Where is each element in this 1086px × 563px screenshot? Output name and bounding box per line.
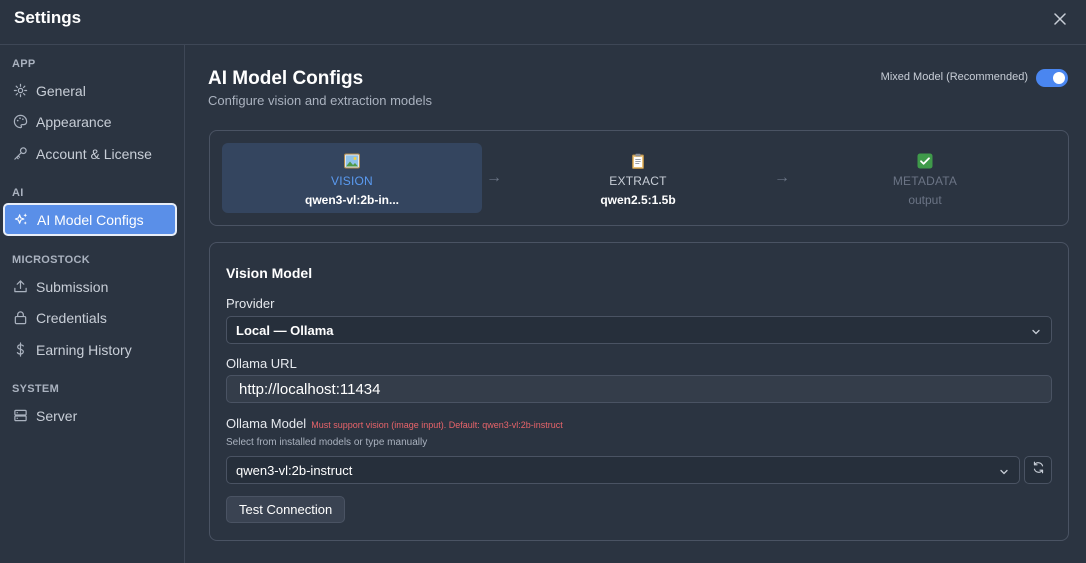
main-content: AI Model Configs Configure vision and ex… [186, 45, 1086, 563]
ollama-model-select[interactable]: qwen3-vl:2b-instruct [226, 456, 1020, 484]
provider-label: Provider [226, 296, 275, 311]
window-title: Settings [14, 8, 82, 27]
sidebar-item-label: Submission [36, 278, 109, 295]
sidebar-item-general[interactable]: General [3, 76, 177, 105]
clipboard-icon [630, 153, 646, 169]
step-model: qwen3-vl:2b-in... [304, 193, 399, 207]
mixed-model-label: Mixed Model (Recommended) [880, 71, 1028, 83]
ollama-model-label-row: Ollama Model Must support vision (image i… [226, 416, 563, 431]
pipeline-step-vision[interactable]: VISION qwen3-vl:2b-in... [222, 143, 482, 213]
sidebar-item-credentials[interactable]: Credentials [3, 303, 177, 332]
chevron-down-icon [1031, 325, 1041, 340]
gear-icon [12, 83, 28, 99]
ollama-model-label: Ollama Model [226, 416, 307, 431]
sidebar-item-label: General [36, 82, 86, 99]
test-connection-button[interactable]: Test Connection [226, 496, 346, 523]
sidebar-item-label: Earning History [36, 341, 132, 358]
image-icon [344, 153, 360, 169]
pipeline-step-extract[interactable]: EXTRACT qwen2.5:1.5b [508, 143, 768, 213]
upload-icon [12, 279, 28, 295]
sidebar-item-label: Appearance [36, 113, 112, 130]
sidebar-item-account-license[interactable]: Account & License [3, 139, 177, 168]
sidebar-section-microstock: MICROSTOCK [12, 254, 90, 266]
title-bar: Settings [0, 0, 1086, 45]
refresh-models-button[interactable] [1024, 456, 1052, 484]
key-icon [12, 146, 28, 162]
step-model: output [908, 193, 942, 207]
close-icon[interactable] [1050, 9, 1070, 29]
step-label: METADATA [892, 174, 958, 188]
provider-select[interactable]: Local — Ollama [226, 316, 1052, 344]
sparkles-icon [13, 212, 29, 228]
toggle-knob [1053, 72, 1065, 84]
sidebar: APP General Appearance Account & License… [0, 45, 185, 563]
sidebar-section-ai: AI [12, 187, 24, 199]
pipeline-step-metadata[interactable]: METADATA output [795, 143, 1055, 213]
model-value: qwen3-vl:2b-instruct [236, 462, 353, 478]
lock-icon [12, 310, 28, 326]
pipeline-card: VISION qwen3-vl:2b-in... → EXTRACT qwen2… [209, 130, 1069, 226]
provider-value: Local — Ollama [236, 322, 334, 338]
sidebar-section-system: SYSTEM [12, 383, 60, 395]
step-model: qwen2.5:1.5b [600, 193, 676, 207]
arrow-icon: → [774, 169, 790, 186]
model-hint: Select from installed models or type man… [226, 437, 428, 448]
sidebar-item-appearance[interactable]: Appearance [3, 107, 177, 136]
vision-model-card: Vision Model Provider Local — Ollama Oll… [209, 242, 1069, 541]
ollama-url-label: Ollama URL [226, 356, 297, 371]
sidebar-item-label: Server [36, 407, 78, 424]
arrow-icon: → [486, 169, 502, 186]
sidebar-item-submission[interactable]: Submission [3, 272, 177, 301]
ollama-url-input[interactable] [226, 375, 1052, 403]
vision-model-title: Vision Model [226, 265, 313, 281]
page-title: AI Model Configs [208, 68, 364, 89]
dollar-icon [12, 342, 28, 358]
sidebar-section-app: APP [12, 58, 36, 70]
chevron-down-icon [999, 465, 1009, 480]
refresh-icon [1032, 461, 1045, 479]
step-label: EXTRACT [609, 174, 667, 188]
mixed-model-toggle[interactable] [1036, 69, 1068, 87]
model-warning: Must support vision (image input). Defau… [311, 420, 563, 430]
sidebar-item-label: AI Model Configs [37, 211, 144, 228]
sidebar-item-earning-history[interactable]: Earning History [3, 335, 177, 364]
server-icon [12, 408, 28, 424]
page-subtitle: Configure vision and extraction models [208, 93, 433, 108]
sidebar-item-label: Credentials [36, 309, 107, 326]
palette-icon [12, 114, 28, 130]
check-icon [917, 153, 933, 169]
sidebar-item-server[interactable]: Server [3, 401, 177, 430]
step-label: VISION [331, 174, 373, 188]
sidebar-item-ai-model-configs[interactable]: AI Model Configs [3, 203, 177, 236]
sidebar-item-label: Account & License [36, 145, 152, 162]
